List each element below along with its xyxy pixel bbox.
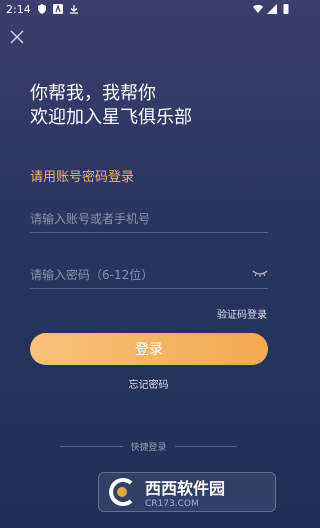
account-input[interactable] [30,212,230,226]
password-input[interactable] [30,268,230,282]
divider-line-right [174,446,238,447]
download-icon [69,5,78,14]
login-button[interactable]: 登录 [30,333,268,365]
status-bar: 2:14 [0,0,297,18]
watermark-text: 西西软件园 CR173.COM [145,475,225,509]
watermark-domain: CR173.COM [145,499,199,509]
divider-line-left [60,446,123,447]
password-field [30,262,268,289]
welcome-line-1: 你帮我，我帮你 [30,83,156,104]
status-right [253,4,291,14]
welcome-line-2: 欢迎加入星飞俱乐部 [30,107,192,128]
login-subtitle: 请用账号密码登录 [30,170,135,185]
status-left: 2:14 [6,3,79,16]
status-time: 2:14 [6,2,31,16]
watermark-logo-icon [109,478,133,506]
wifi-icon [253,4,263,14]
code-login-link[interactable]: 验证码登录 [217,306,267,321]
quick-login-divider: 快捷登录 [60,440,238,453]
close-icon[interactable] [8,28,26,46]
shield-icon [37,4,46,14]
watermark: 西西软件园 CR173.COM [98,472,276,512]
account-field [30,206,268,233]
signal-icon [267,4,277,14]
app-a-icon [52,4,63,14]
welcome-text: 你帮我，我帮你 欢迎加入星飞俱乐部 [30,82,192,130]
eye-closed-icon[interactable] [252,268,268,278]
forgot-password-link[interactable]: 忘记密码 [0,376,297,391]
quick-login-label: 快捷登录 [130,443,167,453]
battery-icon [283,4,289,14]
watermark-title: 西西软件园 [145,479,226,498]
